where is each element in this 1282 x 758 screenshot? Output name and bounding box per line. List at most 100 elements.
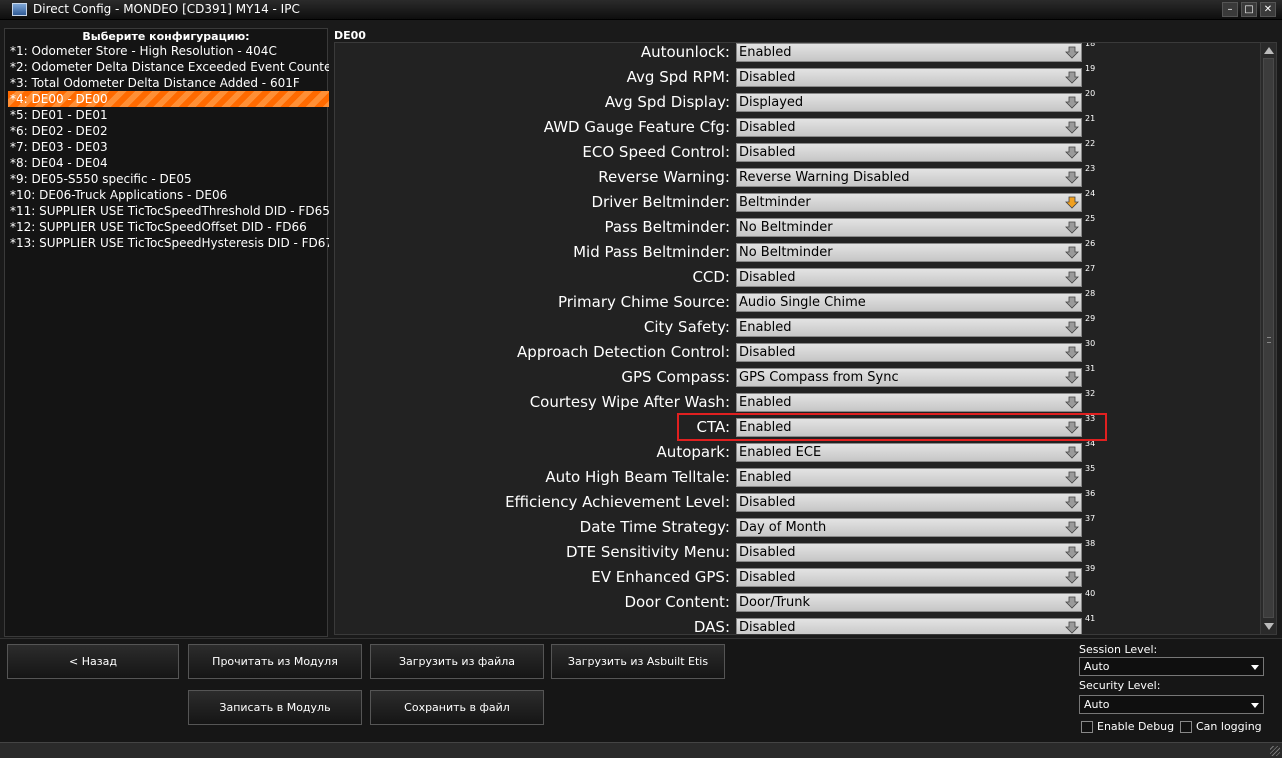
app-icon	[12, 3, 27, 16]
security-level-label: Security Level:	[1079, 679, 1161, 692]
chevron-down-icon	[1251, 665, 1259, 670]
maximize-button[interactable]: □	[1241, 2, 1257, 17]
chevron-down-icon	[1065, 296, 1079, 309]
option-index: 41	[1085, 614, 1096, 623]
option-row: Date Time Strategy: Day of Month 37	[335, 514, 1260, 543]
config-list-item[interactable]: *7: DE03 - DE03	[8, 139, 329, 155]
config-list-item[interactable]: *8: DE04 - DE04	[8, 155, 329, 171]
option-row: AWD Gauge Feature Cfg: Disabled 21	[335, 114, 1260, 143]
option-dropdown[interactable]: Beltminder	[736, 193, 1082, 212]
minimize-button[interactable]: –	[1222, 2, 1238, 17]
load-asbuilt-button[interactable]: Загрузить из Asbuilt Etis	[551, 644, 725, 679]
can-logging-label: Can logging	[1196, 720, 1262, 733]
option-row: ECO Speed Control: Disabled 22	[335, 139, 1260, 168]
option-row: Door Content: Door/Trunk 40	[335, 589, 1260, 618]
option-dropdown[interactable]: Disabled	[736, 543, 1082, 562]
config-list-item[interactable]: *9: DE05-S550 specific - DE05	[8, 171, 329, 187]
option-dropdown[interactable]: Disabled	[736, 343, 1082, 362]
config-list-item[interactable]: *2: Odometer Delta Distance Exceeded Eve…	[8, 59, 329, 75]
option-row: Approach Detection Control: Disabled 30	[335, 339, 1260, 368]
read-module-button[interactable]: Прочитать из Модуля	[188, 644, 362, 679]
config-list-item[interactable]: *1: Odometer Store - High Resolution - 4…	[8, 43, 329, 59]
option-dropdown[interactable]: Disabled	[736, 68, 1082, 87]
save-file-button[interactable]: Сохранить в файл	[370, 690, 544, 725]
option-label: Avg Spd RPM:	[626, 68, 730, 86]
option-row: Auto High Beam Telltale: Enabled 35	[335, 464, 1260, 493]
option-value: Enabled	[739, 470, 792, 485]
option-label: ECO Speed Control:	[582, 143, 730, 161]
option-dropdown[interactable]: No Beltminder	[736, 218, 1082, 237]
close-button[interactable]: ✕	[1260, 2, 1276, 17]
config-list-item[interactable]: *6: DE02 - DE02	[8, 123, 329, 139]
option-dropdown[interactable]: Disabled	[736, 493, 1082, 512]
config-list-item[interactable]: *5: DE01 - DE01	[8, 107, 329, 123]
option-label: Approach Detection Control:	[517, 343, 730, 361]
session-level-value: Auto	[1084, 660, 1110, 673]
option-row: Avg Spd Display: Displayed 20	[335, 89, 1260, 118]
option-dropdown[interactable]: Disabled	[736, 568, 1082, 587]
status-bar	[0, 742, 1282, 758]
option-value: Beltminder	[739, 195, 811, 210]
option-dropdown[interactable]: Enabled	[736, 318, 1082, 337]
option-dropdown[interactable]: Enabled ECE	[736, 443, 1082, 462]
chevron-down-icon	[1065, 471, 1079, 484]
option-row: Mid Pass Beltminder: No Beltminder 26	[335, 239, 1260, 268]
enable-debug-checkbox[interactable]	[1081, 721, 1093, 733]
section-title: DE00	[334, 29, 366, 42]
option-row: EV Enhanced GPS: Disabled 39	[335, 564, 1260, 593]
chevron-down-icon	[1065, 321, 1079, 334]
config-list-item[interactable]: *13: SUPPLIER USE TicTocSpeedHysteresis …	[8, 235, 329, 251]
vertical-scrollbar[interactable]	[1260, 43, 1276, 634]
enable-debug-label: Enable Debug	[1097, 720, 1175, 733]
chevron-down-icon	[1065, 196, 1079, 209]
write-module-button[interactable]: Записать в Модуль	[188, 690, 362, 725]
option-row: City Safety: Enabled 29	[335, 314, 1260, 343]
security-level-select[interactable]: Auto	[1079, 695, 1264, 714]
load-file-button[interactable]: Загрузить из файла	[370, 644, 544, 679]
config-list-item[interactable]: *12: SUPPLIER USE TicTocSpeedOffset DID …	[8, 219, 329, 235]
option-label: AWD Gauge Feature Cfg:	[543, 118, 730, 136]
back-button[interactable]: < Назад	[7, 644, 179, 679]
option-value: Disabled	[739, 545, 796, 560]
option-dropdown[interactable]: Enabled	[736, 468, 1082, 487]
option-dropdown[interactable]: Disabled	[736, 118, 1082, 137]
config-list-item[interactable]: *3: Total Odometer Delta Distance Added …	[8, 75, 329, 91]
option-label: Primary Chime Source:	[557, 293, 730, 311]
option-dropdown[interactable]: No Beltminder	[736, 243, 1082, 262]
option-row: Reverse Warning: Reverse Warning Disabled…	[335, 164, 1260, 193]
option-value: Reverse Warning Disabled	[739, 170, 910, 185]
config-list: *1: Odometer Store - High Resolution - 4…	[8, 43, 329, 635]
option-index: 19	[1085, 64, 1096, 73]
option-dropdown[interactable]: Displayed	[736, 93, 1082, 112]
option-value: GPS Compass from Sync	[739, 370, 899, 385]
option-dropdown[interactable]: Day of Month	[736, 518, 1082, 537]
session-level-select[interactable]: Auto	[1079, 657, 1264, 676]
scrollbar-thumb[interactable]	[1263, 58, 1274, 618]
option-label: Autounlock:	[640, 43, 730, 61]
option-index: 27	[1085, 264, 1096, 273]
option-value: Enabled ECE	[739, 445, 822, 460]
option-dropdown[interactable]: Disabled	[736, 618, 1082, 634]
config-list-item[interactable]: *4: DE00 - DE00	[8, 91, 329, 107]
can-logging-checkbox[interactable]	[1180, 721, 1192, 733]
option-dropdown[interactable]: Disabled	[736, 143, 1082, 162]
option-dropdown[interactable]: Door/Trunk	[736, 593, 1082, 612]
option-dropdown[interactable]: Disabled	[736, 268, 1082, 287]
config-list-item[interactable]: *10: DE06-Truck Applications - DE06	[8, 187, 329, 203]
scroll-down-icon[interactable]	[1264, 623, 1274, 630]
option-dropdown[interactable]: GPS Compass from Sync	[736, 368, 1082, 387]
option-dropdown[interactable]: Enabled	[736, 393, 1082, 412]
window-title: Direct Config - MONDEO [CD391] MY14 - IP…	[33, 2, 300, 16]
option-dropdown[interactable]: Reverse Warning Disabled	[736, 168, 1082, 187]
config-list-item[interactable]: *11: SUPPLIER USE TicTocSpeedThreshold D…	[8, 203, 329, 219]
option-row: GPS Compass: GPS Compass from Sync 31	[335, 364, 1260, 393]
scroll-up-icon[interactable]	[1264, 47, 1274, 54]
config-options-panel: Autounlock: Enabled 18 Avg Spd RPM: Disabled…	[334, 42, 1277, 635]
option-dropdown[interactable]: Audio Single Chime	[736, 293, 1082, 312]
resize-grip-icon[interactable]	[1270, 746, 1280, 756]
session-level-label: Session Level:	[1079, 643, 1158, 656]
option-label: Avg Spd Display:	[604, 93, 730, 111]
chevron-down-icon	[1065, 246, 1079, 259]
option-dropdown[interactable]: Enabled	[736, 43, 1082, 62]
chevron-down-icon	[1065, 171, 1079, 184]
